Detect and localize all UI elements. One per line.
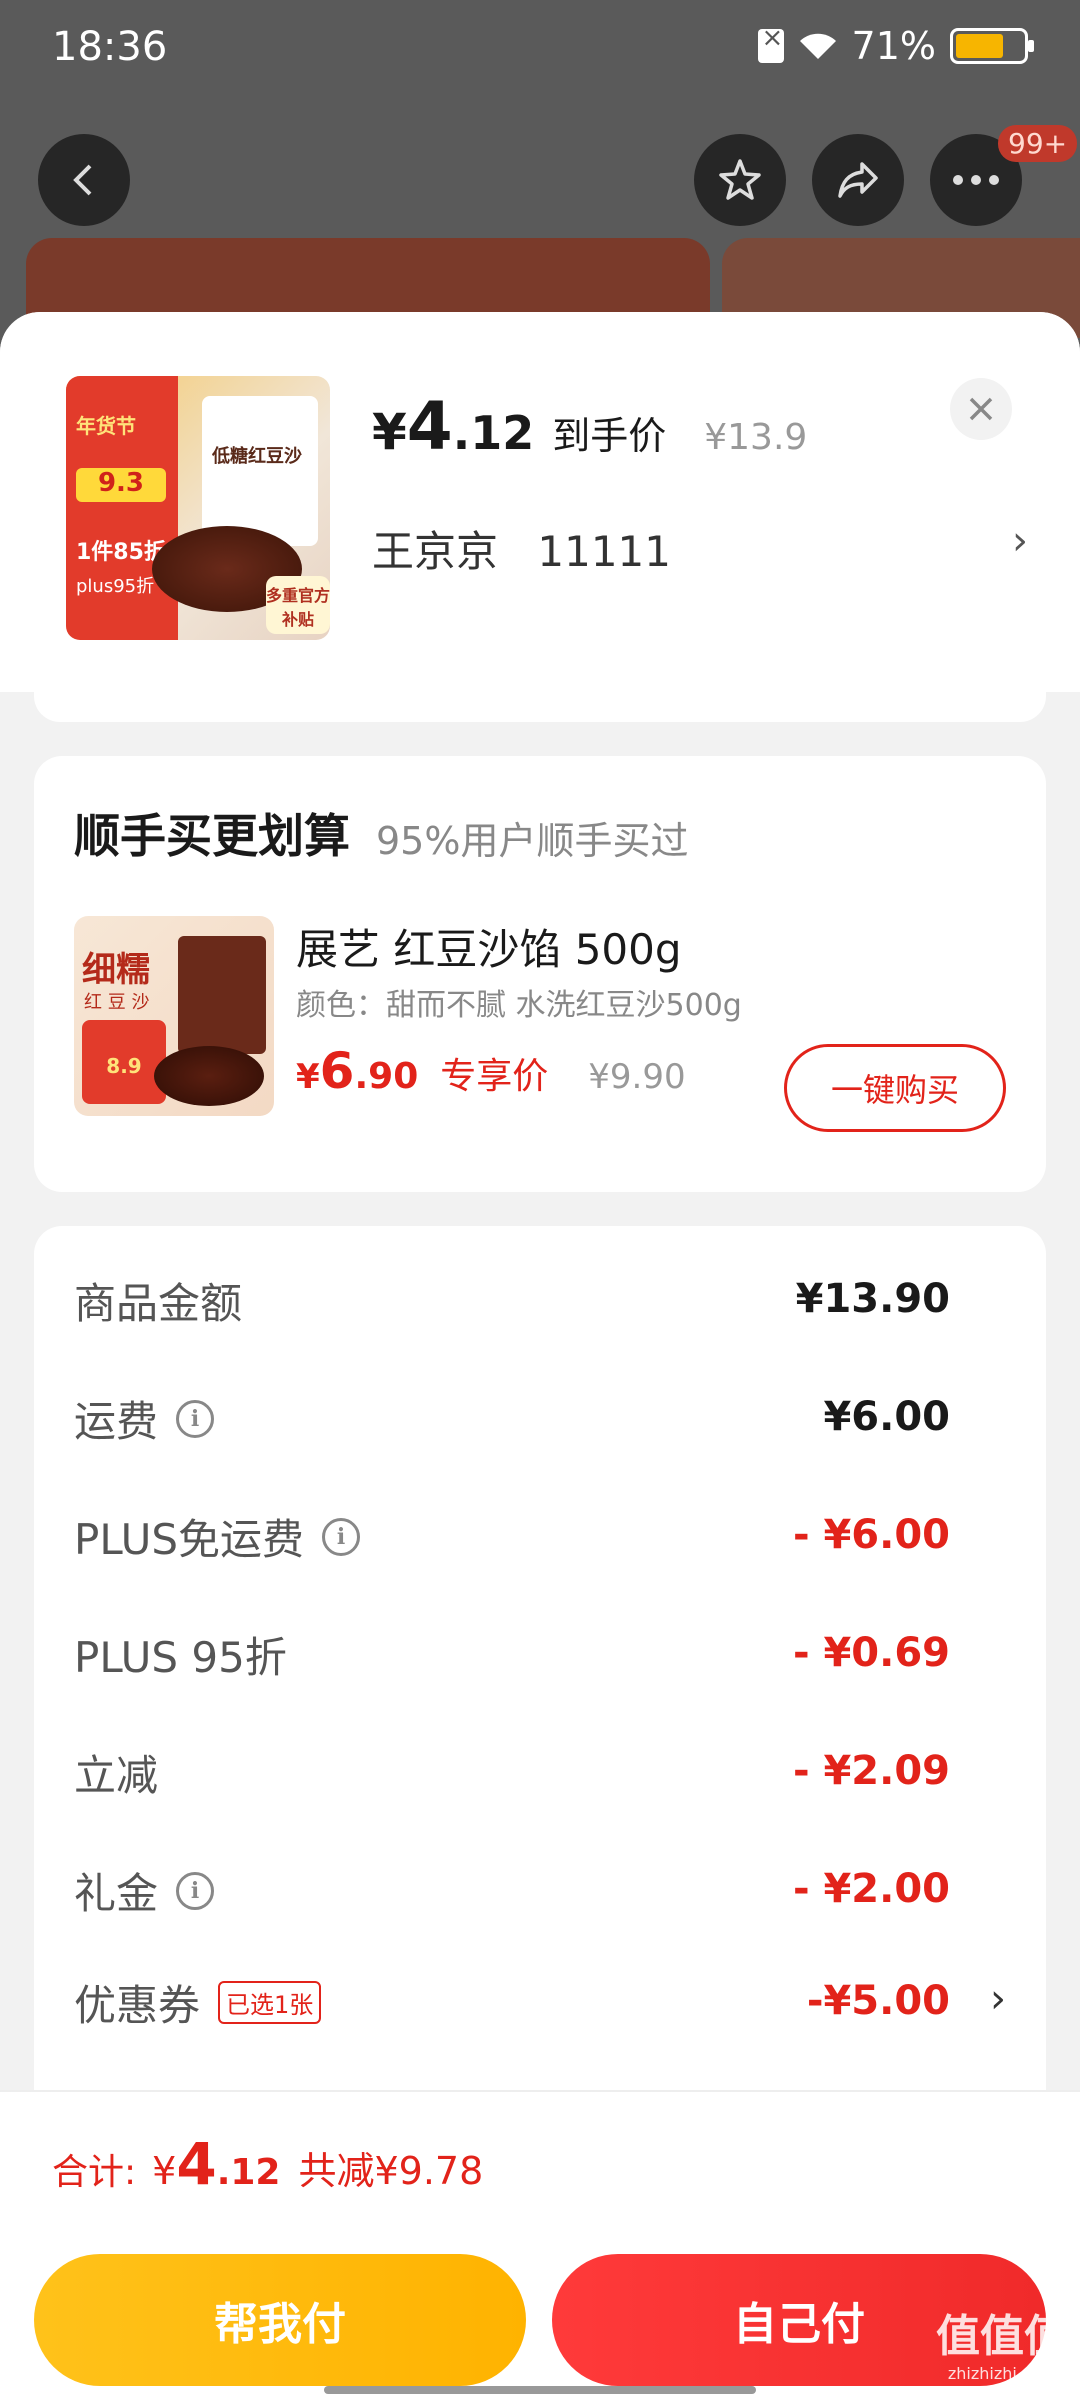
bundle-title: 顺手买更划算	[74, 809, 350, 863]
address-code: 11111	[537, 527, 671, 576]
info-icon[interactable]: i	[176, 1399, 215, 1438]
bundle-recommendation-card: 顺手买更划算 95%用户顺手买过 细糯 红 豆 沙 8.9 展艺 红豆沙馅 50…	[34, 756, 1046, 1192]
favorite-button[interactable]	[694, 134, 786, 226]
bundle-product-image[interactable]: 细糯 红 豆 沙 8.9	[74, 916, 274, 1116]
chevron-right-icon[interactable]: ›	[990, 1976, 1006, 2022]
sim-icon	[757, 23, 784, 63]
top-nav	[0, 128, 1080, 228]
coupon-value: -¥5.00	[806, 1978, 950, 2024]
coupon-row[interactable]: 优惠券 已选1张 -¥5.00 ›	[74, 1972, 1006, 2032]
payment-action-bar: 帮我付 自己付	[0, 2216, 1080, 2400]
price-decimal: .12	[452, 406, 535, 460]
message-count-badge: 99+	[998, 125, 1078, 162]
battery-percent: 71%	[851, 24, 936, 68]
home-indicator[interactable]	[324, 2386, 756, 2394]
summary-row: 礼金 i - ¥2.00	[74, 1866, 950, 1918]
close-icon	[969, 397, 993, 421]
total-savings: 共减¥9.78	[298, 2149, 484, 2193]
battery-icon	[950, 28, 1034, 64]
one-click-buy-button[interactable]: 一键购买	[784, 1044, 1006, 1132]
card-edge	[34, 680, 1046, 722]
checkout-sheet: 年货节 9.3 1件85折 plus95折 低糖红豆沙 多重官方补贴 ¥ 4 .…	[0, 312, 1080, 2400]
price-currency: ¥	[372, 403, 407, 461]
summary-row: 立减 - ¥2.09	[74, 1748, 950, 1800]
total-bar: 合计: ¥ 4 .12 共减¥9.78	[0, 2090, 1080, 2216]
status-bar: 18:36 71%	[0, 0, 1080, 100]
sheet-header: 年货节 9.3 1件85折 plus95折 低糖红豆沙 多重官方补贴 ¥ 4 .…	[0, 312, 1080, 692]
price-label: 到手价	[552, 414, 667, 458]
watermark: 值值值 zhizhizhi.com	[936, 2311, 1068, 2383]
bundle-original-price: ¥9.90	[588, 1057, 686, 1097]
bundle-price-row: ¥ 6 .90 专享价 ¥9.90	[296, 1042, 686, 1100]
battery-level-fill	[956, 34, 1003, 58]
product-image: 年货节 9.3 1件85折 plus95折 低糖红豆沙 多重官方补贴	[66, 376, 330, 640]
bundle-product-name[interactable]: 展艺 红豆沙馅 500g	[296, 916, 682, 977]
total-label: 合计:	[52, 2152, 137, 2193]
address-name: 王京京	[372, 527, 499, 576]
summary-row: PLUS免运费 i - ¥6.00	[74, 1512, 950, 1564]
bundle-price-label: 专享价	[440, 1056, 549, 1097]
chevron-left-icon	[73, 164, 92, 196]
summary-row: 商品金额 ¥13.90	[74, 1276, 950, 1328]
price-summary-card: 商品金额 ¥13.90 运费 i ¥6.00 PLUS免运费 i - ¥6.00 P…	[34, 1226, 1046, 2226]
total-row: 合计: ¥ 4 .12 共减¥9.78	[52, 2130, 484, 2198]
status-time: 18:36	[52, 24, 168, 70]
star-icon	[719, 159, 761, 200]
back-button[interactable]	[38, 134, 130, 226]
info-icon[interactable]: i	[322, 1517, 361, 1556]
bundle-subtitle: 95%用户顺手买过	[376, 819, 689, 863]
summary-row: 运费 i ¥6.00	[74, 1394, 950, 1446]
info-icon[interactable]: i	[176, 1871, 215, 1910]
address-row[interactable]: 王京京 11111	[372, 518, 671, 579]
bundle-product-spec: 颜色：甜而不腻 水洗红豆沙500g	[296, 988, 742, 1023]
status-icons: 71%	[757, 23, 1034, 68]
final-price-row: ¥ 4 .12 到手价 ¥13.9	[372, 388, 807, 465]
close-button[interactable]	[950, 378, 1012, 440]
share-icon	[838, 162, 878, 198]
summary-row: PLUS 95折 - ¥0.69	[74, 1630, 950, 1682]
coupon-label: 优惠券	[74, 1981, 201, 2030]
original-price: ¥13.9	[704, 417, 808, 458]
chevron-right-icon[interactable]: ›	[1012, 518, 1028, 564]
price-integer: 4	[406, 388, 453, 465]
share-button[interactable]	[812, 134, 904, 226]
coupon-selected-tag: 已选1张	[218, 1981, 322, 2024]
more-icon	[953, 175, 999, 185]
help-pay-button[interactable]: 帮我付	[34, 2254, 526, 2386]
wifi-icon	[799, 33, 836, 59]
